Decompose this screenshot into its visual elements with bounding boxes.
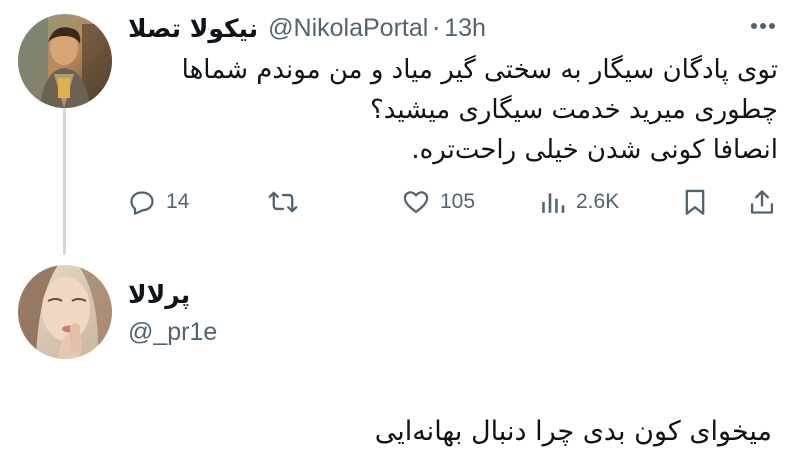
reply-icon <box>130 191 154 215</box>
retweet-icon <box>268 191 298 213</box>
like-button[interactable]: 105 <box>402 182 475 222</box>
share-button[interactable] <box>748 182 776 222</box>
header-separator: · <box>432 13 441 43</box>
tweet-author-name[interactable]: نیکولا تصلا <box>128 14 258 43</box>
heart-icon <box>403 191 429 214</box>
reply-author-avatar[interactable] <box>18 265 112 359</box>
avatar-photo-icon <box>18 14 112 108</box>
thread-connector-line <box>63 105 66 255</box>
retweet-button[interactable] <box>268 182 308 222</box>
tweet-action-bar: 14 105 2.6K <box>128 182 778 222</box>
views-count: 2.6K <box>576 190 620 213</box>
share-icon <box>750 190 774 214</box>
tweet-header: نیکولا تصلا @NikolaPortal · 13h <box>128 8 740 48</box>
reply-count: 14 <box>166 190 190 213</box>
tweet-text-line: چطوری میرید خدمت سیگاری میشید؟ <box>369 95 778 125</box>
views-chart-icon <box>542 193 565 213</box>
bookmark-button[interactable] <box>682 182 708 222</box>
tweet-text: توی پادگان سیگار به سختی گیر میاد و من م… <box>128 50 778 170</box>
bookmark-icon <box>685 189 705 215</box>
tweet-author-avatar[interactable] <box>18 14 112 108</box>
tweet-text-line: توی پادگان سیگار به سختی گیر میاد و من م… <box>181 55 778 85</box>
reply-author-name[interactable]: پرلالا <box>128 280 190 309</box>
more-horizontal-icon <box>751 23 775 29</box>
more-options-button[interactable] <box>748 14 778 38</box>
reply-text: میخوای کون بدی چرا دنبال بهانه‌ایی <box>374 416 772 447</box>
avatar-photo-icon <box>18 265 112 359</box>
reply-button[interactable]: 14 <box>128 182 189 222</box>
reply-author-handle[interactable]: @_pr1e <box>128 318 217 347</box>
views-button[interactable]: 2.6K <box>540 182 619 222</box>
tweet-author-handle[interactable]: @NikolaPortal <box>268 14 428 43</box>
tweet-text-line: انصافا کونی شدن خیلی راحت‌تره. <box>411 135 778 165</box>
tweet-timestamp[interactable]: 13h <box>444 14 486 43</box>
like-count: 105 <box>440 190 476 213</box>
